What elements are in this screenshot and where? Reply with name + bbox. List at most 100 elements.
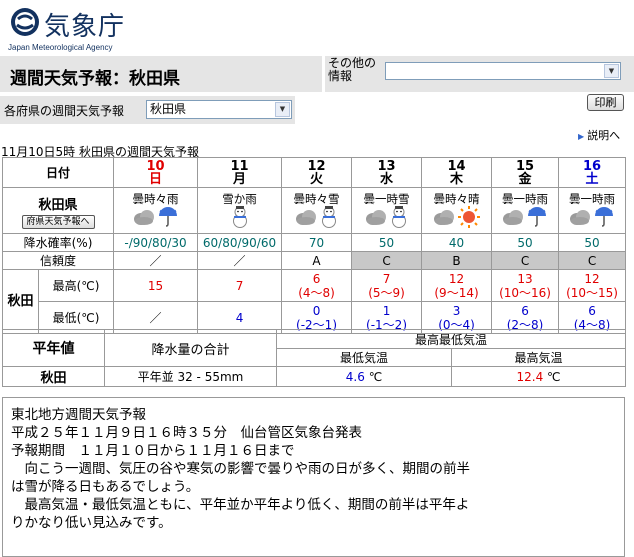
reliability-value: C [491,251,560,270]
precip-normal: 平年並 32 - 55mm [104,366,277,387]
day-date: 13 [377,158,396,174]
max-temp: 15 [113,269,199,302]
precip-value: -/90/80/30 [113,233,199,252]
precip-value: 50 [558,233,627,252]
max-value: 15 [147,278,164,293]
reliability-row: 信頼度 ／ ／ A C B C C [1,251,627,270]
other-info-label: その他の情報 [328,56,377,83]
min-value: 6 [588,303,596,318]
prefecture-forecast-button[interactable]: 府県天気予報へ [21,215,95,229]
weather-icons [493,206,558,231]
snowman-icon [389,205,409,232]
max-value: 7 [382,271,391,286]
weather-row: 秋田県 府県天気予報へ 曇時々雨 雪か雨 曇時々雪 曇一時雪 曇時々晴 曇一時雨… [1,187,627,234]
forecast-line: 最高気温・最低気温ともに、平年並か平年より低く、期間の前半は平年よ [11,497,470,513]
weather-icons [353,205,421,232]
day-header: 11 月 [197,157,283,188]
agency-logo[interactable]: 気象庁 Japan Meteorological Agency [6,4,146,54]
day-dow: 金 [518,171,532,187]
explain-link[interactable]: ▶ 説明へ [578,127,620,143]
prefecture-select-label: 各府県の週間天気予報 [4,104,125,118]
weather-cell: 曇一時雪 [351,187,423,234]
reliability-value: C [351,251,423,270]
day-dow: 火 [310,171,324,187]
max-range: (9〜14) [434,285,479,300]
precip-label: 降水確率(%) [1,233,115,252]
max-range: (10〜16) [499,285,551,300]
precip-normal-value: 32 - 55mm [177,370,244,384]
prefecture-select[interactable]: 秋田県 ▼ [146,100,292,119]
print-button[interactable]: 印刷 [587,94,624,111]
max-temp: 12 (9〜14) [421,269,493,302]
day-header: 12 火 [281,157,353,188]
day-header: 13 水 [351,157,423,188]
day-header: 10 日 [113,157,199,188]
precip-normal-prefix: 平年並 [137,370,174,384]
normals-region: 秋田 [2,366,105,387]
chevron-down-icon[interactable]: ▼ [604,64,619,78]
min-temp-header: 最低気温 [276,348,452,367]
weather-cell: 雪か雨 [197,187,283,234]
jma-logo-icon [11,8,39,36]
min-value: 4 [235,310,244,325]
max-temp-normal-value: 12.4 [516,369,544,384]
weather-icons [423,206,491,231]
max-temp: 13 (10〜16) [491,269,560,302]
weather-cell: 曇一時雨 [491,187,560,234]
reliability-value: C [558,251,627,270]
precip-value: 50 [491,233,560,252]
day-dow: 土 [585,171,599,187]
umbrella-icon [593,206,615,231]
arrow-right-icon: ▶ [578,132,585,141]
precip-total-header: 降水量の合計 [104,329,277,367]
weekly-forecast-table: 日付 10 日 11 月 12 火 13 水 14 木 15 金 16 土 秋田県 府県天気予… [1,157,627,334]
day-date: 12 [307,158,326,174]
prefecture-bar: 各府県の週間天気予報 秋田県 ▼ [0,96,295,124]
date-row: 日付 10 日 11 月 12 火 13 水 14 木 15 金 16 土 [1,157,627,188]
prefecture-name: 秋田県 [38,198,78,213]
max-temp: 7 [197,269,283,302]
reliability-value: ／ [197,251,283,270]
reliability-value: A [281,251,353,270]
umbrella-icon [157,206,179,231]
unit: ℃ [547,369,561,384]
max-temp: 7 (5〜9) [351,269,423,302]
max-value: 12 [584,271,600,286]
cloud-icon [295,208,317,229]
temp-header: 最高最低気温 [275,329,627,349]
cloud-icon [502,208,524,229]
day-date: 15 [515,158,535,174]
weather-icons [115,206,197,231]
day-header: 14 木 [421,157,493,188]
min-value: 3 [452,303,461,318]
umbrella-icon [526,206,548,231]
cloud-icon [133,208,155,229]
max-range: (5〜9) [368,285,405,300]
min-value: 6 [521,303,529,318]
day-dow: 日 [149,171,163,187]
forecast-text-box: 東北地方週間天気予報 平成２５年１１月９日１６時３５分 仙台管区気象台発表 予報… [2,397,625,557]
snowman-icon [230,205,250,232]
prefecture-cell: 秋田県 府県天気予報へ [1,187,115,234]
weather-cell: 曇一時雨 [558,187,627,234]
cloud-icon [365,208,387,229]
normals-title: 平年値 [2,329,105,367]
max-temp-normal: 12.4 ℃ [450,366,627,387]
max-temp-header: 最高気温 [450,348,627,367]
min-temp-normal-value: 4.6 [345,369,365,384]
day-date: 14 [447,158,466,174]
day-dow: 木 [450,171,464,187]
weather-text: 曇一時雨 [569,191,616,206]
weather-text: 曇一時雨 [502,191,549,206]
forecast-line: 平成２５年１１月９日１６時３５分 仙台管区気象台発表 [11,425,362,441]
weather-cell: 曇時々晴 [421,187,493,234]
forecast-line: 予報期間 １１月１０日から１１月１６日まで [11,443,295,459]
chevron-down-icon[interactable]: ▼ [275,102,290,117]
cloud-icon [433,208,455,229]
weather-icons [283,206,351,231]
weather-cell: 曇時々雪 [281,187,353,234]
day-dow: 月 [233,171,247,187]
other-info-select[interactable]: ▼ [385,62,621,80]
reliability-value: ／ [113,251,199,270]
min-temp-normal: 4.6 ℃ [276,366,452,387]
